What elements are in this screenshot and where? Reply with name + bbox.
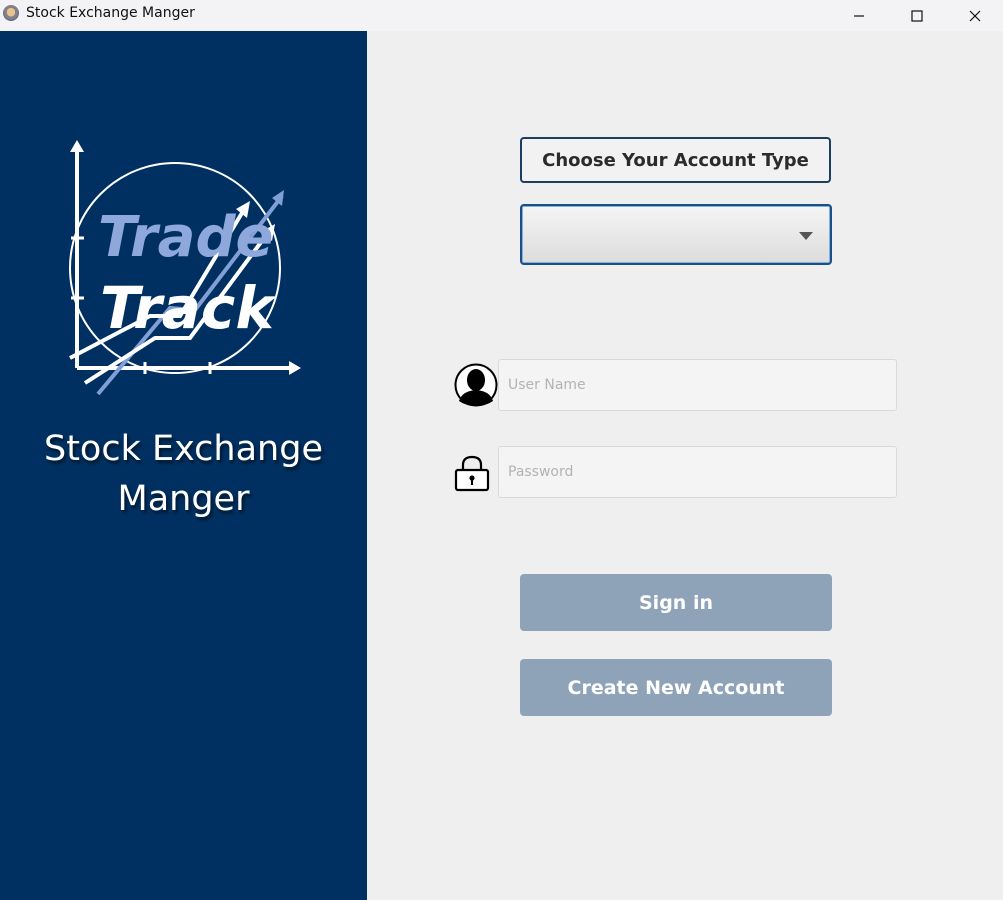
maximize-icon [911, 9, 923, 22]
lock-icon [454, 455, 490, 492]
logo-text-track: Track [100, 274, 277, 342]
trade-track-logo: Trade Track [69, 140, 301, 396]
close-icon [969, 10, 981, 21]
close-button[interactable] [946, 0, 1003, 31]
minimize-icon [854, 14, 864, 17]
app-name-line2: Manger [117, 479, 250, 519]
sidebar: Trade Track Stock Exchange Manger [0, 31, 367, 900]
account-type-dropdown[interactable] [520, 204, 832, 265]
logo-text-trade: Trade [98, 205, 274, 270]
app-name: Stock Exchange Manger [0, 424, 367, 524]
app-name-line1: Stock Exchange [43, 429, 323, 469]
sign-in-button[interactable]: Sign in [520, 574, 832, 631]
account-type-label: Choose Your Account Type [520, 137, 831, 183]
maximize-button[interactable] [888, 0, 946, 31]
username-input[interactable] [498, 359, 897, 411]
password-input[interactable] [498, 446, 897, 498]
window-title: Stock Exchange Manger [26, 5, 195, 21]
create-account-button[interactable]: Create New Account [520, 659, 832, 716]
title-bar: Stock Exchange Manger [0, 0, 1003, 31]
app-icon [3, 5, 19, 21]
chevron-down-icon [799, 232, 813, 240]
user-icon [454, 363, 498, 407]
minimize-button[interactable] [830, 0, 888, 31]
